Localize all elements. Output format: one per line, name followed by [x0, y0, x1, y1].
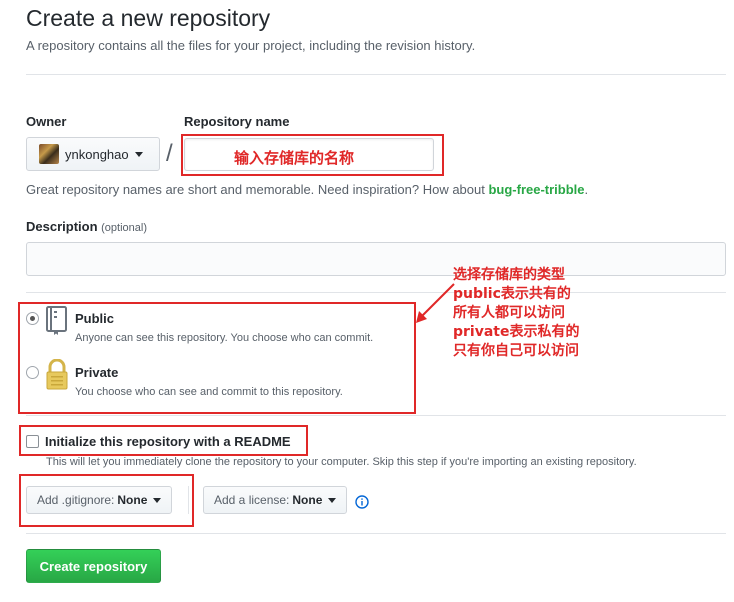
page-subtitle: A repository contains all the files for … [26, 38, 476, 53]
visibility-divider [26, 415, 726, 416]
private-title: Private [75, 365, 119, 380]
owner-repo-separator: / [166, 140, 173, 167]
avatar [39, 144, 59, 164]
chevron-down-icon [134, 151, 143, 157]
public-note: Anyone can see this repository. You choo… [75, 332, 374, 344]
name-hint-suffix: . [584, 182, 589, 197]
visibility-annotation-line-2: public表示共有的 [453, 286, 571, 302]
gitignore-select[interactable]: Add .gitignore: None [26, 486, 173, 514]
create-repository-button[interactable]: Create repository [26, 549, 161, 583]
description-input[interactable] [26, 242, 726, 276]
name-hint: Great repository names are short and mem… [26, 182, 588, 197]
readme-checkbox[interactable] [26, 435, 39, 448]
license-select[interactable]: Add a license: None [203, 486, 348, 514]
chevron-down-icon [153, 497, 162, 503]
repo-name-annotation: 输入存储库的名称 [234, 150, 355, 167]
name-suggestion[interactable]: bug-free-tribble [488, 182, 584, 197]
license-label: Add a license: [214, 493, 290, 507]
footer-divider [26, 533, 726, 534]
visibility-annotation-line-4: private表示私有的 [453, 324, 580, 340]
readme-note: This will let you immediately clone the … [46, 456, 637, 468]
description-divider [26, 292, 726, 293]
page-title: Create a new repository [26, 5, 271, 31]
info-icon[interactable] [355, 495, 369, 509]
gitignore-label: Add .gitignore: [37, 493, 115, 507]
gitignore-value: None [117, 493, 148, 507]
select-divider [188, 486, 189, 514]
visibility-annotation: 选择存储库的类型 public表示共有的 所有人都可以访问 private表示私… [453, 266, 580, 361]
description-label-text: Description [26, 219, 98, 234]
visibility-annotation-line-3: 所有人都可以访问 [453, 305, 565, 321]
license-value: None [292, 493, 323, 507]
name-hint-prefix: Great repository names are short and mem… [26, 182, 489, 197]
private-radio[interactable] [26, 366, 39, 379]
readme-label[interactable]: Initialize this repository with a README [45, 434, 291, 449]
visibility-annotation-line-1: 选择存储库的类型 [453, 267, 565, 283]
public-radio[interactable] [26, 312, 39, 325]
repo-public-icon [46, 306, 67, 335]
public-title: Public [75, 311, 115, 326]
header-divider [26, 74, 726, 75]
private-note: You choose who can see and commit to thi… [75, 386, 343, 398]
description-optional: (optional) [101, 222, 147, 234]
description-label: Description (optional) [26, 219, 147, 234]
owner-select[interactable]: ynkonghao [26, 137, 160, 171]
owner-label: Owner [26, 114, 67, 129]
owner-value: ynkonghao [65, 146, 129, 162]
chevron-down-icon [328, 497, 337, 503]
lock-icon [46, 359, 68, 390]
repo-name-label: Repository name [184, 114, 290, 129]
visibility-annotation-line-5: 只有你自己可以访问 [453, 343, 579, 359]
